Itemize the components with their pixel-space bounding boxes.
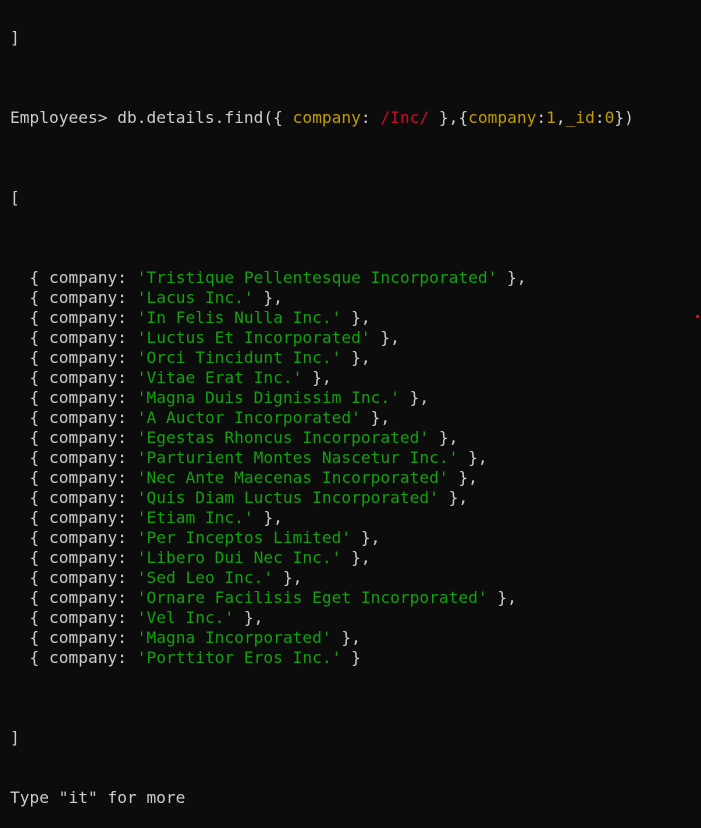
result-company-value: 'Luctus Et Incorporated' [136, 328, 371, 347]
projection-key-company: company [468, 108, 537, 127]
result-field-label: company [48, 348, 118, 367]
result-field-label: company [48, 528, 118, 547]
result-field-label: company [48, 448, 118, 467]
result-field-label: company [48, 328, 118, 347]
result-field-label: company [48, 568, 118, 587]
result-company-value: 'Libero Dui Nec Inc.' [136, 548, 342, 567]
projection-value-company: 1 [546, 108, 556, 127]
result-field-label: company [48, 288, 118, 307]
result-row: { company: 'Quis Diam Luctus Incorporate… [10, 488, 469, 507]
result-row: { company: 'Vel Inc.' }, [10, 608, 264, 627]
result-field-label: company [48, 588, 118, 607]
closing-bracket-fragment: ] [10, 28, 20, 47]
shell-prompt: Employees> [10, 108, 108, 127]
result-row: { company: 'Orci Tincidunt Inc.' }, [10, 348, 371, 367]
result-company-value: 'Sed Leo Inc.' [136, 568, 274, 587]
more-results-hint: Type "it" for more [10, 788, 186, 807]
command-head: db.details.find({ [117, 108, 293, 127]
result-company-value: 'Etiam Inc.' [136, 508, 254, 527]
result-row: { company: 'Magna Duis Dignissim Inc.' }… [10, 388, 430, 407]
projection-colon: : [594, 108, 605, 127]
result-row: { company: 'Lacus Inc.' }, [10, 288, 283, 307]
result-field-label: company [48, 548, 118, 567]
result-field-label: company [48, 408, 118, 427]
result-field-label: company [48, 648, 118, 667]
result-company-value: 'Porttitor Eros Inc.' [136, 648, 342, 667]
result-row: { company: 'Vitae Erat Inc.' }, [10, 368, 332, 387]
result-row: { company: 'Tristique Pellentesque Incor… [10, 268, 527, 287]
result-field-label: company [48, 468, 118, 487]
result-row: { company: 'Magna Incorporated' }, [10, 628, 361, 647]
result-field-label: company [48, 308, 118, 327]
result-company-value: 'Lacus Inc.' [136, 288, 254, 307]
results-list: { company: 'Tristique Pellentesque Incor… [10, 268, 701, 668]
result-row: { company: 'Sed Leo Inc.' }, [10, 568, 303, 587]
result-company-value: 'Tristique Pellentesque Incorporated' [136, 268, 498, 287]
result-field-label: company [48, 268, 118, 287]
projection-comma: , [555, 108, 566, 127]
results-close-bracket: ] [10, 728, 20, 747]
result-company-value: 'Ornare Facilisis Eget Incorporated' [136, 588, 488, 607]
result-company-value: 'Magna Incorporated' [136, 628, 332, 647]
result-company-value: 'Egestas Rhoncus Incorporated' [136, 428, 430, 447]
result-company-value: 'In Felis Nulla Inc.' [136, 308, 342, 327]
result-row: { company: 'In Felis Nulla Inc.' }, [10, 308, 371, 327]
query-field-key: company [292, 108, 361, 127]
terminal-output[interactable]: ] Employees> db.details.find({ company: … [10, 0, 701, 828]
result-field-label: company [48, 428, 118, 447]
results-open-bracket: [ [10, 188, 20, 207]
result-company-value: 'Magna Duis Dignissim Inc.' [136, 388, 400, 407]
result-field-label: company [48, 608, 118, 627]
result-row: { company: 'Per Inceptos Limited' }, [10, 528, 381, 547]
result-row: { company: 'Nec Ante Maecenas Incorporat… [10, 468, 478, 487]
result-row: { company: 'Etiam Inc.' }, [10, 508, 283, 527]
result-row: { company: 'Egestas Rhoncus Incorporated… [10, 428, 459, 447]
result-company-value: 'A Auctor Incorporated' [136, 408, 361, 427]
result-company-value: 'Vitae Erat Inc.' [136, 368, 303, 387]
result-row: { company: 'Luctus Et Incorporated' }, [10, 328, 400, 347]
result-company-value: 'Nec Ante Maecenas Incorporated' [136, 468, 449, 487]
projection-key-id: _id [565, 108, 595, 127]
query-regex: /Inc/ [380, 108, 430, 127]
result-company-value: 'Per Inceptos Limited' [136, 528, 352, 547]
result-field-label: company [48, 488, 118, 507]
result-field-label: company [48, 628, 118, 647]
query-colon: : [360, 108, 381, 127]
result-field-label: company [48, 368, 118, 387]
result-company-value: 'Quis Diam Luctus Incorporated' [136, 488, 439, 507]
result-row: { company: 'A Auctor Incorporated' }, [10, 408, 391, 427]
command-line: Employees> db.details.find({ company: /I… [10, 108, 701, 128]
result-row: { company: 'Porttitor Eros Inc.' } [10, 648, 361, 667]
result-row: { company: 'Ornare Facilisis Eget Incorp… [10, 588, 517, 607]
command-tail: }) [614, 108, 634, 127]
previous-output-line: ] [10, 28, 701, 48]
result-company-value: 'Parturient Montes Nascetur Inc.' [136, 448, 459, 467]
result-field-label: company [48, 508, 118, 527]
result-field-label: company [48, 388, 118, 407]
projection-colon: : [536, 108, 547, 127]
projection-value-id: 0 [604, 108, 615, 127]
result-row: { company: 'Libero Dui Nec Inc.' }, [10, 548, 371, 567]
result-company-value: 'Vel Inc.' [136, 608, 235, 627]
cursor-dot [696, 315, 699, 318]
result-company-value: 'Orci Tincidunt Inc.' [136, 348, 342, 367]
result-row: { company: 'Parturient Montes Nascetur I… [10, 448, 488, 467]
query-separator: },{ [429, 108, 469, 127]
